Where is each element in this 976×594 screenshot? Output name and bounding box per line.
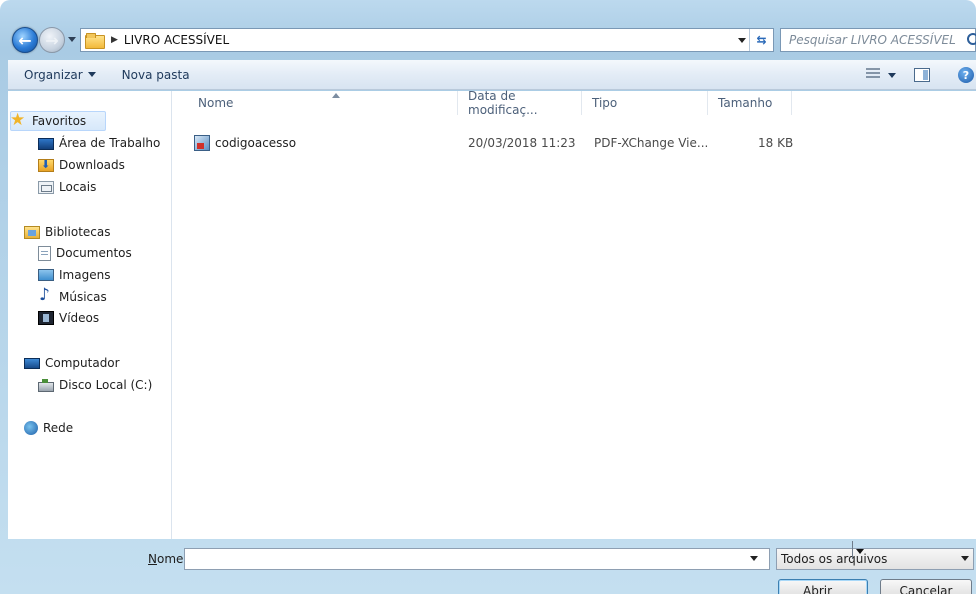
nav-network[interactable]: Rede xyxy=(24,418,73,438)
nav-computer-label: Computador xyxy=(45,356,120,370)
file-name-cell[interactable]: codigoacesso xyxy=(194,133,296,153)
sort-ascending-icon xyxy=(332,93,340,98)
breadcrumb-separator-icon[interactable]: ▶ xyxy=(111,35,118,45)
navigation-pane: Favoritos Área de Trabalho Downloads Loc… xyxy=(8,91,172,539)
nav-item-label: Documentos xyxy=(56,246,132,260)
command-bar: Organizar Nova pasta ? xyxy=(8,60,976,90)
column-header-name[interactable]: Nome xyxy=(188,91,458,115)
file-name-label-rest: ome: xyxy=(156,552,188,566)
nav-item-label: Locais xyxy=(59,180,97,194)
video-icon xyxy=(38,311,54,325)
computer-icon xyxy=(24,357,40,369)
search-icon[interactable] xyxy=(967,33,976,47)
nav-network-label: Rede xyxy=(43,421,74,435)
search-placeholder: Pesquisar LIVRO ACESSÍVEL xyxy=(789,33,956,47)
column-header-date[interactable]: Data de modificaç... xyxy=(458,89,582,117)
column-header-label: Tamanho xyxy=(718,96,773,110)
preview-pane-icon[interactable] xyxy=(914,68,930,82)
cancel-label: Cancelar xyxy=(899,584,953,594)
change-view-icon[interactable] xyxy=(866,68,880,80)
pdf-file-icon xyxy=(194,135,210,151)
open-split-divider xyxy=(852,541,853,559)
nav-item-videos[interactable]: Vídeos xyxy=(38,308,99,328)
network-icon xyxy=(24,421,38,435)
open-button[interactable]: Abrir xyxy=(778,579,868,594)
chevron-down-icon xyxy=(961,556,969,561)
column-header-type[interactable]: Tipo xyxy=(582,91,708,115)
file-type-select[interactable]: Todos os arquivos xyxy=(776,548,974,570)
open-label: brir xyxy=(811,584,833,594)
organize-button[interactable]: Organizar xyxy=(18,62,102,88)
nav-item-downloads[interactable]: Downloads xyxy=(38,155,125,175)
nav-item-documents[interactable]: Documentos xyxy=(38,243,132,263)
view-options-chevron-icon[interactable] xyxy=(888,73,896,78)
nav-item-label: Disco Local (C:) xyxy=(59,378,153,392)
help-icon[interactable]: ? xyxy=(958,67,974,83)
downloads-folder-icon xyxy=(38,158,54,172)
address-row: ← → ▶ LIVRO ACESSÍVEL ⇆ Pesquisar LIVRO … xyxy=(8,24,976,54)
file-name-label-access-key: N xyxy=(148,552,157,566)
desktop-icon xyxy=(38,138,54,150)
column-header-size[interactable]: Tamanho xyxy=(708,91,792,115)
nav-item-label: Músicas xyxy=(59,290,107,304)
chevron-down-icon xyxy=(87,72,96,77)
new-folder-button[interactable]: Nova pasta xyxy=(116,62,196,88)
breadcrumb-current-folder[interactable]: LIVRO ACESSÍVEL xyxy=(124,33,229,47)
file-type: PDF-XChange Vie... xyxy=(594,136,709,150)
libraries-icon xyxy=(24,225,40,239)
search-input[interactable]: Pesquisar LIVRO ACESSÍVEL xyxy=(780,28,976,52)
address-bar[interactable]: ▶ LIVRO ACESSÍVEL ⇆ xyxy=(80,28,774,52)
pictures-icon xyxy=(38,269,54,281)
column-header-label: Data de modificaç... xyxy=(468,89,538,117)
nav-item-label: Vídeos xyxy=(59,311,100,325)
file-name-input[interactable] xyxy=(184,548,770,570)
file-name: codigoacesso xyxy=(215,136,297,150)
folder-icon xyxy=(85,33,105,49)
column-header-label: Nome xyxy=(198,96,234,110)
nav-item-label: Downloads xyxy=(59,158,125,172)
nav-item-desktop[interactable]: Área de Trabalho xyxy=(38,133,160,153)
browser-body: Favoritos Área de Trabalho Downloads Loc… xyxy=(8,89,976,539)
nav-item-images[interactable]: Imagens xyxy=(38,265,110,285)
nav-favorites[interactable]: Favoritos xyxy=(10,110,106,131)
new-folder-label: Nova pasta xyxy=(121,67,190,82)
cancel-button[interactable]: Cancelar xyxy=(880,579,972,594)
window-frame: ← → ▶ LIVRO ACESSÍVEL ⇆ Pesquisar LIVRO … xyxy=(0,0,976,594)
column-header-label: Tipo xyxy=(592,96,618,110)
recent-places-icon xyxy=(38,180,54,194)
nav-favorites-label: Favoritos xyxy=(32,114,87,128)
nav-libraries[interactable]: Bibliotecas xyxy=(24,222,110,242)
nav-item-label: Imagens xyxy=(59,268,111,282)
nav-libraries-label: Bibliotecas xyxy=(45,225,111,239)
file-list: Nome Data de modificaç... Tipo Tamanho c… xyxy=(174,89,976,539)
file-row[interactable]: codigoacesso 20/03/2018 11:23 PDF-XChang… xyxy=(174,133,976,153)
back-button[interactable]: ← xyxy=(12,27,38,53)
music-note-icon xyxy=(38,285,54,305)
forward-arrow-icon: → xyxy=(45,30,59,50)
star-icon xyxy=(10,110,27,130)
file-name-history-dropdown[interactable] xyxy=(750,556,758,561)
address-history-dropdown[interactable] xyxy=(737,35,747,45)
refresh-icon[interactable]: ⇆ xyxy=(749,29,773,51)
documents-icon xyxy=(38,245,51,261)
nav-computer[interactable]: Computador xyxy=(24,353,120,373)
open-access-key: A xyxy=(803,584,812,594)
file-name-label: Nome: xyxy=(148,552,187,566)
dialog-footer: Nome: Todos os arquivos Abrir Cancelar xyxy=(8,539,976,594)
hard-drive-icon xyxy=(38,379,54,392)
file-size: 18 KB xyxy=(758,136,794,150)
nav-item-label: Área de Trabalho xyxy=(59,136,161,150)
nav-item-music[interactable]: Músicas xyxy=(38,285,107,307)
forward-button[interactable]: → xyxy=(39,27,65,53)
back-arrow-icon: ← xyxy=(18,30,32,50)
nav-item-local-disk[interactable]: Disco Local (C:) xyxy=(38,375,152,395)
file-date: 20/03/2018 11:23 xyxy=(468,136,576,150)
nav-item-places[interactable]: Locais xyxy=(38,177,96,197)
recent-pages-dropdown[interactable] xyxy=(67,34,77,46)
file-type-selected: Todos os arquivos xyxy=(781,552,888,566)
organize-label: Organizar xyxy=(24,67,83,82)
window-content: ← → ▶ LIVRO ACESSÍVEL ⇆ Pesquisar LIVRO … xyxy=(8,10,976,594)
open-options-chevron-icon[interactable] xyxy=(856,549,864,554)
